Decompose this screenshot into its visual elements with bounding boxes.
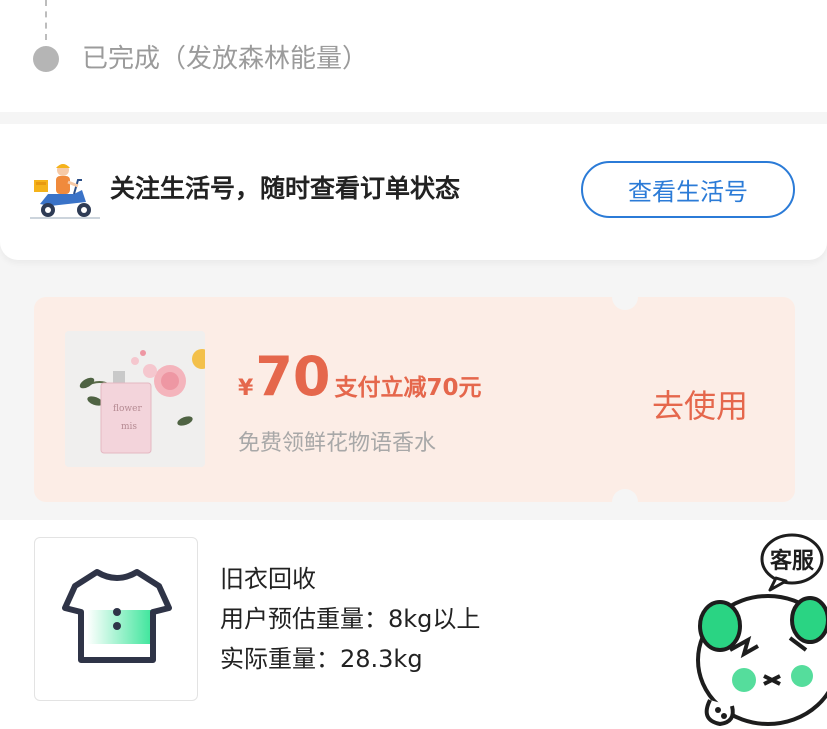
coupon-title: 支付立减70元 — [334, 375, 482, 401]
panda-mascot-icon — [696, 594, 827, 727]
svg-text:flower: flower — [113, 404, 142, 414]
coupon-notch-bottom — [612, 489, 638, 515]
follow-life-account-card: 关注生活号，随时查看订单状态 查看生活号 — [0, 124, 827, 260]
currency-symbol: ¥ — [238, 376, 254, 401]
coupon-price: ¥ 70 支付立减70元 — [238, 347, 481, 407]
tshirt-icon — [34, 537, 198, 701]
use-coupon-button[interactable]: 去使用 — [652, 381, 748, 427]
recycle-title: 旧衣回收 — [220, 565, 316, 593]
actual-weight: 实际重量：28.3kg — [220, 645, 423, 673]
coupon-amount: 70 — [255, 345, 331, 408]
timeline-dot — [33, 46, 59, 72]
perfume-flower-image: flower mis — [65, 331, 205, 467]
customer-service-button[interactable]: 客服 — [690, 530, 827, 729]
customer-service-label: 客服 — [770, 548, 815, 574]
coupon-notch-top — [612, 284, 638, 310]
coupon-card[interactable]: flower mis ¥ 70 支付立减70元 免费领鲜花物语香水 去使用 — [34, 284, 795, 515]
coupon-subtitle: 免费领鲜花物语香水 — [238, 431, 437, 456]
order-timeline: 已完成（发放森林能量） — [0, 0, 827, 112]
view-life-account-button[interactable]: 查看生活号 — [581, 161, 795, 218]
timeline-connector — [45, 0, 47, 40]
timeline-step-label: 已完成（发放森林能量） — [82, 44, 369, 74]
delivery-scooter-icon — [30, 160, 100, 222]
estimated-weight: 用户预估重量：8kg以上 — [220, 605, 481, 633]
svg-text:mis: mis — [121, 422, 137, 432]
follow-prompt-text: 关注生活号，随时查看订单状态 — [110, 174, 461, 203]
